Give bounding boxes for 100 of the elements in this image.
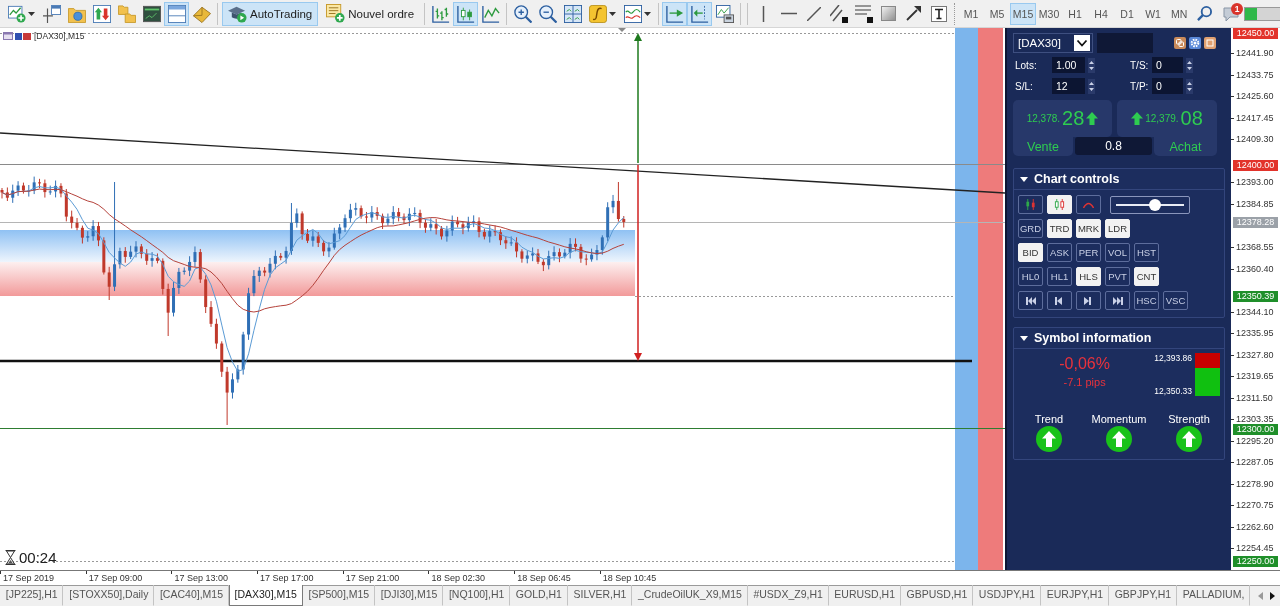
wave-chart-icon (624, 4, 643, 23)
chart-tab[interactable]: USDJPY,H1 (973, 585, 1041, 606)
scroll-right-icon[interactable] (1270, 592, 1276, 600)
curve-icon (1083, 201, 1094, 208)
chart-tab[interactable]: #USDX_Z9,H1 (747, 585, 829, 606)
chevron-down-icon (1074, 35, 1090, 51)
timeframe-button[interactable]: M1 (958, 2, 985, 25)
price-label: 12335.95 (1231, 328, 1274, 339)
spinner-arrows-icon[interactable] (1186, 57, 1193, 73)
price-tag: 12250.00 (1233, 556, 1278, 567)
chart-tab[interactable]: GBPUSD,H1 (900, 585, 974, 606)
chart-tab[interactable]: _CrudeOilUK_X9,M15 (632, 585, 748, 606)
price-label: 12278.90 (1231, 478, 1274, 489)
chart-style-button[interactable] (1076, 195, 1101, 214)
toggle-button[interactable]: CNT (1134, 267, 1159, 286)
chart-style-button[interactable] (1018, 195, 1043, 214)
toggle-button[interactable]: VOL (1105, 243, 1130, 262)
price-label: 12384.85 (1231, 199, 1274, 209)
buy-button[interactable]: Achat (1154, 137, 1217, 156)
timeframe-button[interactable]: M5 (984, 2, 1011, 25)
timeframe-button[interactable]: H1 (1062, 2, 1089, 25)
gear-icon[interactable] (1189, 37, 1201, 49)
chart-tab[interactable]: PALLADIUM, (1176, 585, 1251, 606)
slider-thumb[interactable] (1149, 198, 1162, 211)
text-field[interactable] (1097, 33, 1153, 53)
chart-tab[interactable]: [DJI30],M15 (374, 585, 444, 606)
toggle-button[interactable]: VSC (1163, 291, 1188, 310)
price-text: 12,378. (1026, 113, 1061, 124)
toggle-button[interactable]: HLS (1076, 267, 1101, 286)
caret-down-icon[interactable] (1020, 176, 1028, 182)
chart-shift-button[interactable] (687, 1, 713, 26)
skip-end-icon (1112, 296, 1123, 305)
panel-layout-button[interactable] (164, 1, 189, 26)
spinner-arrows-icon[interactable] (1088, 78, 1095, 94)
spinner-arrows-icon[interactable] (1186, 78, 1193, 94)
number-field[interactable]: 0 (1152, 57, 1183, 73)
time-label: 17 Sep 09:00 (85, 571, 143, 585)
chart-tab[interactable]: [DAX30],M15 (228, 585, 303, 606)
change-pips: -7.1 pips (1063, 376, 1106, 388)
chart-plus-icon (8, 4, 26, 23)
chart-tab[interactable]: GOLD,H1 (510, 585, 568, 606)
chart-tab[interactable]: EURUSD,H1 (828, 585, 901, 606)
navigation-button[interactable] (1047, 291, 1072, 310)
link-icon[interactable] (1174, 37, 1186, 49)
timeframe-button[interactable]: MN (1166, 2, 1193, 25)
field-label: T/P: (1130, 80, 1149, 92)
symbol-select[interactable]: [DAX30] (1013, 33, 1093, 53)
chart-tab[interactable]: GBPJPY,H1 (1108, 585, 1177, 606)
navigation-button[interactable] (1076, 291, 1101, 310)
sell-button[interactable]: Vente (1013, 137, 1073, 156)
chart-tab[interactable]: [SP500],M15 (302, 585, 375, 606)
navigation-button[interactable] (1105, 291, 1130, 310)
chart-tab[interactable]: [JP225],H1 (0, 585, 64, 606)
chart-tab[interactable]: [NQ100],H1 (443, 585, 511, 606)
chart-tab[interactable]: SILVER,H1 (567, 585, 633, 606)
scroll-end-button[interactable] (662, 1, 688, 26)
timeframe-button[interactable]: H4 (1088, 2, 1115, 25)
toggle-button[interactable]: TRD (1047, 219, 1072, 238)
folders-icon (117, 4, 136, 23)
number-field[interactable]: 12 (1052, 78, 1085, 94)
navigation-button[interactable] (1018, 291, 1043, 310)
price-label: 12327.80 (1231, 349, 1274, 360)
timeframe-button[interactable]: M30 (1036, 2, 1063, 25)
candlestick-button[interactable] (453, 1, 479, 26)
timeframe-button[interactable]: W1 (1140, 2, 1167, 25)
diagonal-line-icon (806, 6, 821, 21)
number-field[interactable]: 1.00 (1052, 57, 1085, 73)
price-label: 12295.20 (1231, 435, 1274, 446)
chart-tab[interactable]: EURJPY,H1 (1041, 585, 1109, 606)
chart-tab[interactable]: [STOXX50],Daily (63, 585, 155, 606)
toggle-button[interactable]: LDR (1105, 219, 1130, 238)
toggle-button[interactable]: HL0 (1018, 267, 1043, 286)
new-order-button[interactable]: Nouvel ordre (320, 1, 421, 26)
buy-price-box[interactable]: 12,379.08 (1117, 100, 1217, 137)
chart-tab[interactable]: [CAC40],M15 (154, 585, 229, 606)
toggle-button[interactable]: PER (1076, 243, 1101, 262)
window-icon[interactable] (1204, 37, 1216, 49)
sell-price-box[interactable]: 12,378.28 (1013, 100, 1112, 137)
chart-shift-icon (690, 4, 709, 23)
toggle-button[interactable]: PVT (1105, 267, 1130, 286)
autotrading-button[interactable]: AutoTrading (222, 1, 319, 26)
toggle-button[interactable]: HSC (1134, 291, 1159, 310)
zoom-slider-track[interactable] (1110, 195, 1190, 214)
toggle-button[interactable]: MRK (1076, 219, 1101, 238)
number-field[interactable]: 0 (1152, 78, 1183, 94)
timeframe-button[interactable]: D1 (1114, 2, 1141, 25)
toggle-button[interactable]: BID (1018, 243, 1043, 262)
toggle-button[interactable]: HL1 (1047, 267, 1072, 286)
toggle-button[interactable]: ASK (1047, 243, 1072, 262)
price-label: 12270.75 (1231, 500, 1274, 511)
notifications-button[interactable]: 1 (1217, 1, 1245, 26)
caret-down-icon[interactable] (1020, 335, 1028, 341)
price-label: 12360.40 (1231, 263, 1274, 274)
toggle-button[interactable]: GRD (1018, 219, 1043, 238)
spinner-arrows-icon[interactable] (1088, 57, 1095, 73)
crosshair-window-icon (42, 4, 61, 23)
low-price: 12,350.33 (1154, 386, 1192, 396)
price-label: 12417.45 (1231, 112, 1274, 123)
timeframe-button[interactable]: M15 (1010, 2, 1037, 25)
toggle-button[interactable]: HST (1134, 243, 1159, 262)
